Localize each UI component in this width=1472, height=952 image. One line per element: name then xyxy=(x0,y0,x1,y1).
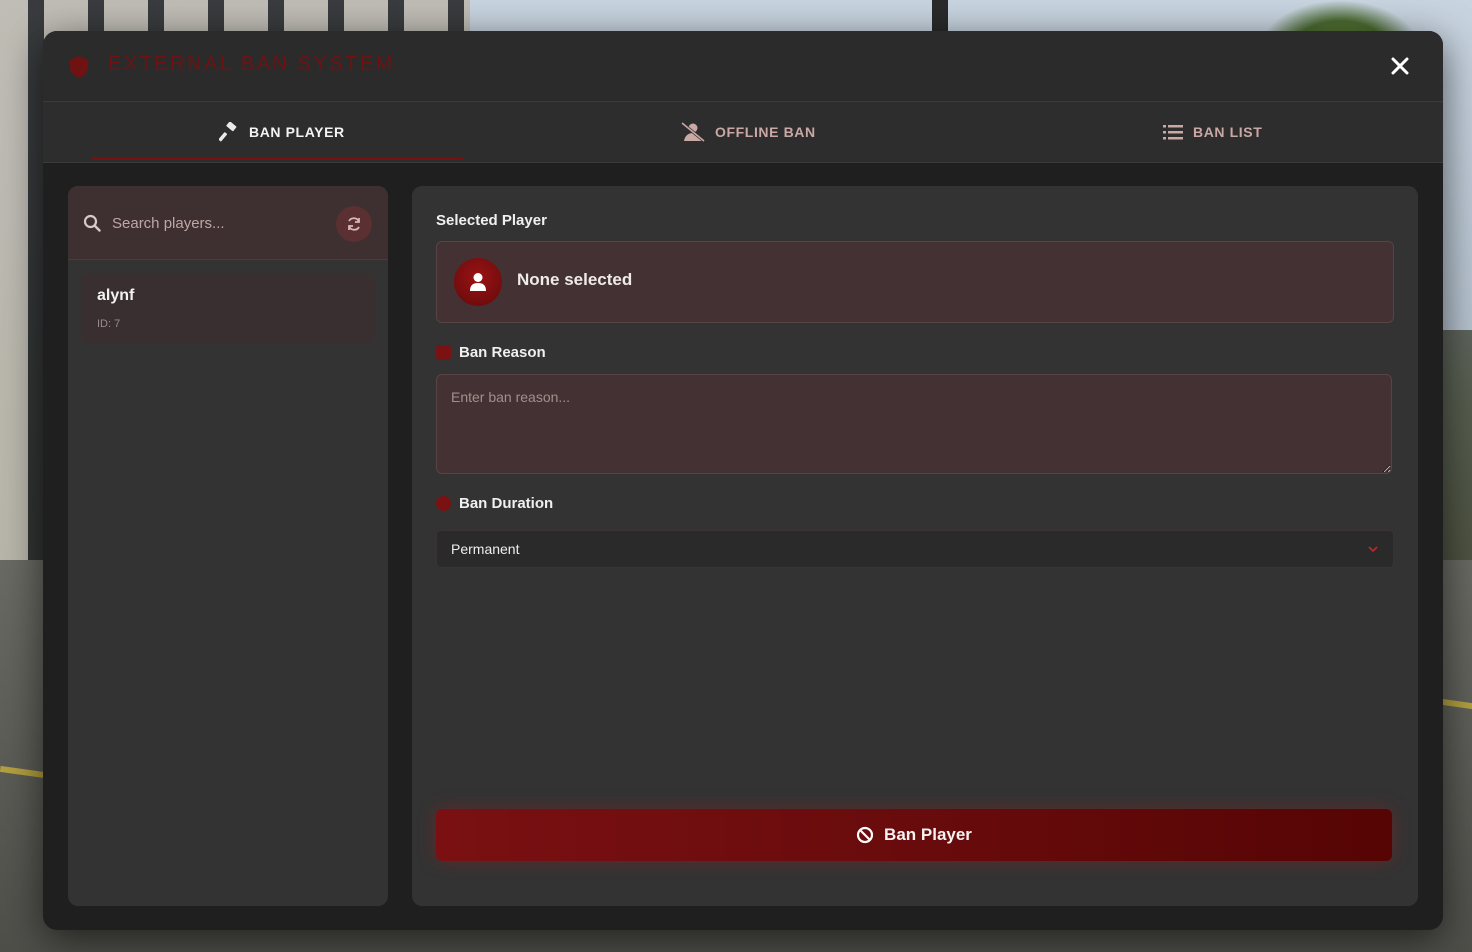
active-tab-indicator xyxy=(91,157,463,160)
ban-player-button[interactable]: Ban Player xyxy=(436,809,1392,861)
ban-duration-select[interactable]: Permanent xyxy=(436,530,1394,568)
player-list-item[interactable]: alynf ID: 7 xyxy=(81,273,375,344)
search-input[interactable] xyxy=(110,208,334,238)
modal-header: EXTERNAL BAN SYSTEM xyxy=(43,31,1443,102)
tab-label: BAN PLAYER xyxy=(249,124,345,140)
selected-player-box: None selected xyxy=(436,241,1394,323)
search-bar xyxy=(68,186,388,260)
ban-icon xyxy=(856,826,874,844)
ban-duration-text: Ban Duration xyxy=(459,495,554,512)
clock-icon xyxy=(436,496,451,511)
refresh-icon xyxy=(348,217,360,231)
selected-player-label: Selected Player xyxy=(436,212,547,229)
tab-label: OFFLINE BAN xyxy=(715,124,816,140)
modal-title: EXTERNAL BAN SYSTEM xyxy=(108,53,395,75)
comment-icon xyxy=(436,345,451,360)
ban-reason-text: Ban Reason xyxy=(459,344,546,361)
avatar xyxy=(454,258,502,306)
shield-icon xyxy=(69,56,89,78)
list-icon xyxy=(1163,125,1183,140)
player-name: alynf xyxy=(97,287,135,304)
ban-reason-input[interactable] xyxy=(436,374,1392,474)
selected-player-value: None selected xyxy=(517,270,633,289)
tab-ban-list[interactable]: BAN LIST xyxy=(1163,102,1262,162)
ban-form-panel: Selected Player None selected Ban Reason… xyxy=(412,186,1418,906)
ban-reason-label: Ban Reason xyxy=(436,344,546,361)
chevron-down-icon xyxy=(1368,546,1378,553)
ban-duration-label: Ban Duration xyxy=(436,495,553,512)
search-icon xyxy=(83,214,101,232)
refresh-button[interactable] xyxy=(336,206,372,242)
ban-duration-value: Permanent xyxy=(451,541,520,557)
user-icon xyxy=(470,273,486,291)
tab-bar: BAN PLAYER OFFLINE BAN BAN LIST xyxy=(43,102,1443,163)
tab-ban-player[interactable]: BAN PLAYER xyxy=(219,102,345,162)
tab-offline-ban[interactable]: OFFLINE BAN xyxy=(681,102,816,162)
ban-player-button-label: Ban Player xyxy=(884,825,972,844)
gavel-icon xyxy=(219,122,237,142)
user-slash-icon xyxy=(681,122,705,142)
tab-label: BAN LIST xyxy=(1193,124,1263,140)
player-sidebar: alynf ID: 7 xyxy=(68,186,388,906)
close-icon[interactable] xyxy=(1389,55,1411,77)
ban-system-modal: EXTERNAL BAN SYSTEM BAN PLAYER OFFLINE B… xyxy=(43,31,1443,930)
player-id: ID: 7 xyxy=(97,318,121,330)
